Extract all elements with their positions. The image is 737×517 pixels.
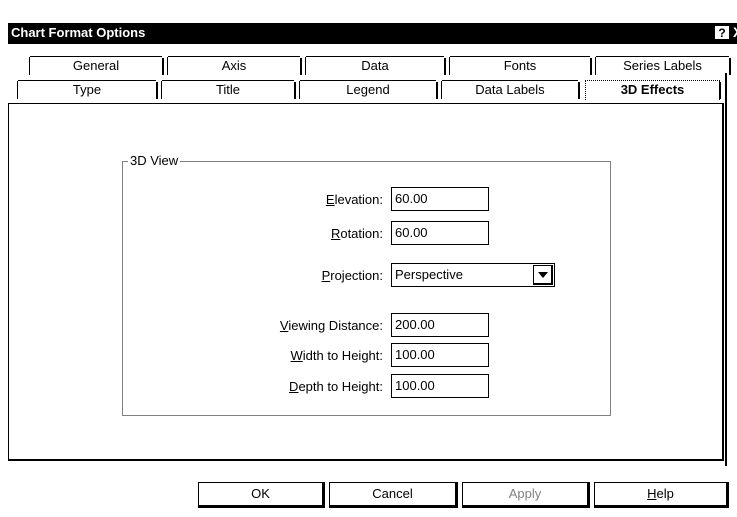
window-title: Chart Format Options bbox=[11, 25, 146, 40]
apply-button[interactable]: Apply bbox=[462, 482, 590, 508]
tab-general[interactable]: General bbox=[29, 56, 164, 75]
ok-button[interactable]: OK bbox=[198, 482, 325, 508]
rotation-input[interactable]: 60.00 bbox=[391, 221, 489, 245]
tab-axis[interactable]: Axis bbox=[167, 56, 302, 75]
tab-data-labels[interactable]: Data Labels bbox=[441, 80, 580, 99]
viewing-distance-label: Viewing Distance: bbox=[279, 318, 383, 333]
tab-3d-effects[interactable]: 3D Effects bbox=[585, 80, 721, 100]
help-icon[interactable]: ? bbox=[714, 25, 730, 40]
width-to-height-input[interactable]: 100.00 bbox=[391, 343, 489, 367]
help-button[interactable]: Help bbox=[594, 482, 729, 508]
projection-label: Projection: bbox=[321, 268, 383, 283]
projection-select[interactable]: Perspective bbox=[391, 263, 555, 287]
panel-shadow bbox=[725, 73, 727, 466]
chevron-down-icon[interactable] bbox=[533, 265, 553, 285]
viewing-distance-input[interactable]: 200.00 bbox=[391, 313, 489, 337]
tab-series-labels[interactable]: Series Labels bbox=[595, 56, 731, 75]
depth-to-height-input[interactable]: 100.00 bbox=[391, 374, 489, 398]
tab-data[interactable]: Data bbox=[305, 56, 446, 75]
3d-view-group-label: 3D View bbox=[128, 153, 181, 168]
tab-title[interactable]: Title bbox=[161, 80, 296, 99]
depth-to-height-label: Depth to Height: bbox=[289, 379, 383, 394]
chart-format-options-dialog: Chart Format Options ? X General Axis Da… bbox=[0, 0, 737, 517]
elevation-label: Elevation: bbox=[325, 192, 383, 207]
tab-type[interactable]: Type bbox=[17, 80, 158, 99]
width-to-height-label: Width to Height: bbox=[290, 348, 384, 363]
close-icon[interactable]: X bbox=[733, 25, 737, 40]
elevation-input[interactable]: 60.00 bbox=[391, 187, 489, 211]
title-bar: Chart Format Options ? X bbox=[8, 23, 737, 44]
tab-fonts[interactable]: Fonts bbox=[449, 56, 592, 75]
tab-legend[interactable]: Legend bbox=[299, 80, 438, 99]
rotation-label: Rotation: bbox=[330, 226, 383, 241]
projection-selected-value: Perspective bbox=[395, 267, 463, 282]
cancel-button[interactable]: Cancel bbox=[329, 482, 458, 508]
